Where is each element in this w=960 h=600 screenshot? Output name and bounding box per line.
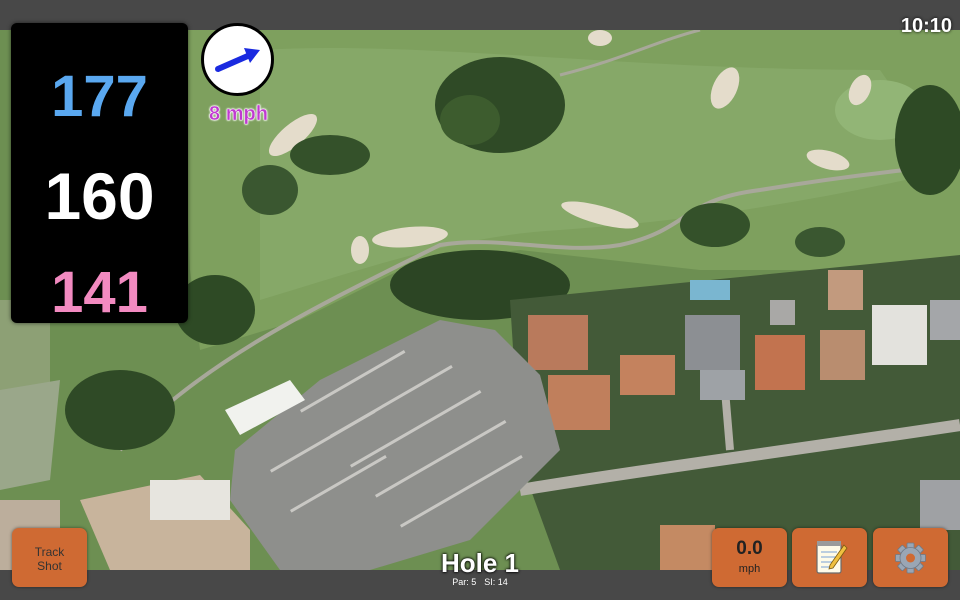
gear-icon <box>895 542 926 574</box>
back-distance: 177 <box>51 64 148 129</box>
notes-button[interactable] <box>792 528 867 587</box>
hole-si: SI: 14 <box>484 577 508 587</box>
wind-indicator <box>201 23 274 96</box>
middle-distance: 160 <box>44 159 155 233</box>
golf-gps-app: 10:10 177 160 141 8 mph Track Shot Hole … <box>0 0 960 600</box>
wind-speed-label: 8 mph <box>209 103 268 125</box>
track-shot-button[interactable]: Track Shot <box>12 528 87 587</box>
speed-unit: mph <box>738 563 761 575</box>
distance-panel: 177 160 141 <box>11 23 188 325</box>
clock: 10:10 <box>900 15 952 37</box>
speed-value: 0.0 <box>736 538 763 559</box>
front-distance: 141 <box>51 260 148 325</box>
hole-info: Par: 5 SI: 14 <box>380 577 580 587</box>
settings-button[interactable] <box>873 528 948 587</box>
hole-title: Hole 1 <box>440 548 520 578</box>
wind-direction-arrow-icon <box>215 48 260 72</box>
notepad-icon <box>816 541 848 574</box>
speed-button[interactable]: 0.0 mph <box>712 528 787 587</box>
track-shot-label: Track Shot <box>34 545 65 573</box>
hole-par: Par: 5 <box>452 577 477 587</box>
